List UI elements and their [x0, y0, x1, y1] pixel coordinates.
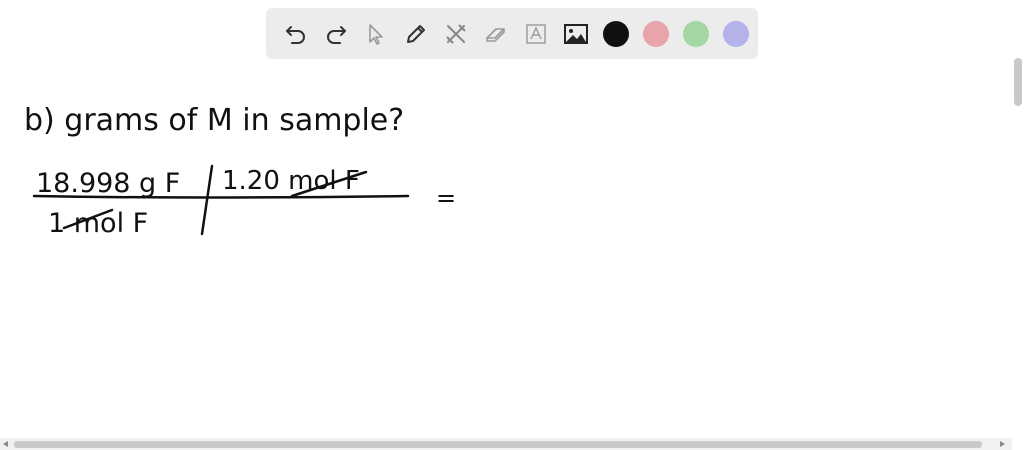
scroll-left-arrow-icon[interactable] — [3, 441, 8, 447]
handwriting-layer: b) grams of M in sample? 18.998 g F 1.20… — [24, 103, 456, 239]
horizontal-scrollbar-thumb[interactable] — [14, 441, 982, 448]
equals-sign: = — [436, 184, 456, 212]
numerator-left-text: 18.998 g F — [36, 168, 180, 199]
question-text: b) grams of M in sample? — [24, 103, 404, 138]
unit-divider-line — [200, 164, 214, 236]
vertical-scrollbar[interactable] — [1012, 56, 1022, 438]
fraction-bar — [32, 194, 410, 199]
denominator-left-text: 1 mol F — [48, 208, 148, 239]
scroll-right-arrow-icon[interactable] — [1000, 441, 1005, 447]
horizontal-scrollbar[interactable] — [0, 438, 1012, 450]
vertical-scrollbar-thumb[interactable] — [1014, 58, 1022, 106]
